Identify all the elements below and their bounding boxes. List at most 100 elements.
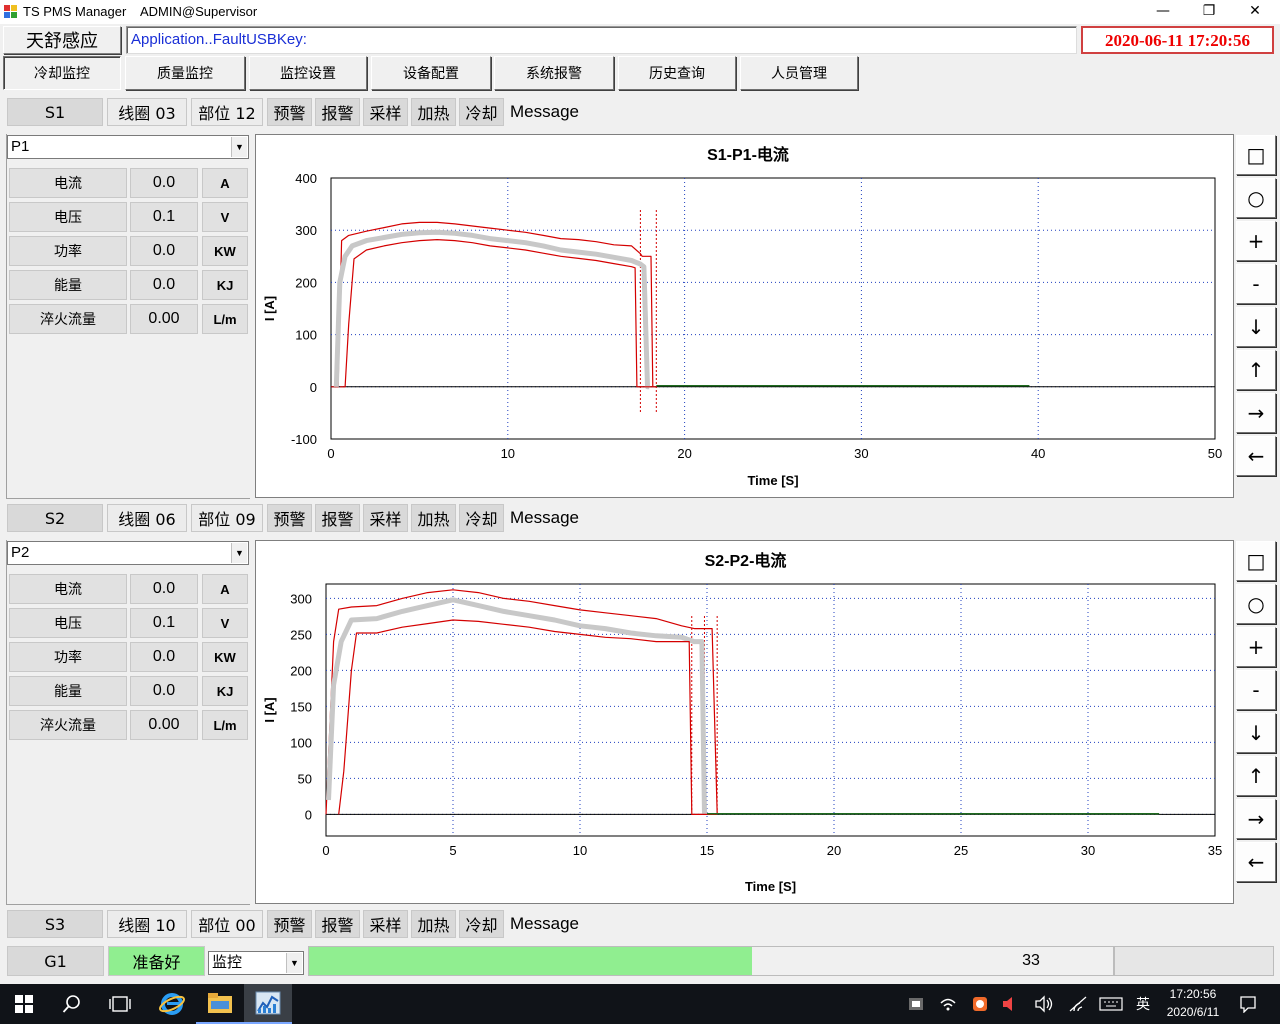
chart-tool-arrow-right-button[interactable]: → bbox=[1236, 799, 1276, 839]
chart-tool-square-button[interactable]: □ bbox=[1236, 135, 1276, 175]
metric-row-voltage: 电压 0.1 V bbox=[9, 202, 249, 232]
flag-alarm: 报警 bbox=[315, 98, 360, 126]
chart-tool-arrow-left-button[interactable]: ← bbox=[1236, 842, 1276, 882]
arrow-left-icon: ← bbox=[1247, 444, 1265, 468]
point-select-s2[interactable]: P2 ▼ bbox=[7, 541, 249, 565]
metric-row-power: 功率 0.0 KW bbox=[9, 236, 249, 266]
chevron-down-icon[interactable]: ▼ bbox=[286, 953, 302, 973]
chart-panel-s1[interactable]: S1-P1-电流 0 10 20 30 40 50 -100 0 100 200 300 400 Time… bbox=[255, 134, 1234, 498]
metric-value: 0.1 bbox=[130, 608, 198, 638]
ie-browser-button[interactable] bbox=[148, 984, 196, 1024]
logged-in-user: ADMIN@Supervisor bbox=[140, 4, 258, 19]
tab-history[interactable]: 历史查询 bbox=[618, 56, 736, 90]
folder-icon bbox=[208, 993, 232, 1013]
flag-heating: 加热 bbox=[411, 504, 456, 532]
y-axis-label: I [A] bbox=[262, 697, 277, 722]
datetime-display: 2020-06-11 17:20:56 bbox=[1081, 26, 1274, 54]
keyboard-icon[interactable] bbox=[1096, 984, 1126, 1024]
usb-icon[interactable] bbox=[904, 984, 928, 1024]
current-chart-s2[interactable]: S2-P2-电流 0 5 10 15 20 25 30 35 0 50 100 150 200 250 300… bbox=[256, 541, 1233, 903]
metric-row-quench-flow: 淬火流量 0.00 L/m bbox=[9, 304, 249, 334]
flag-prewarning: 预警 bbox=[267, 98, 312, 126]
chart-tool-arrow-up-button[interactable]: ↑ bbox=[1236, 350, 1276, 390]
flag-cooling: 冷却 bbox=[459, 910, 504, 938]
x-tick-label: 15 bbox=[700, 843, 714, 858]
pms-app-button[interactable] bbox=[244, 984, 292, 1024]
chart-tool-square-button[interactable]: □ bbox=[1236, 541, 1276, 581]
flag-prewarning: 预警 bbox=[267, 910, 312, 938]
station-message: Message bbox=[510, 102, 579, 121]
status-message: Application..FaultUSBKey: bbox=[126, 26, 1077, 54]
notification-button[interactable] bbox=[1232, 984, 1264, 1024]
minimize-button[interactable]: — bbox=[1140, 0, 1186, 24]
part-label: 部位 12 bbox=[191, 98, 263, 126]
tab-monitor-settings[interactable]: 监控设置 bbox=[249, 56, 367, 90]
tab-quality-monitor[interactable]: 质量监控 bbox=[125, 56, 245, 90]
search-button[interactable] bbox=[48, 984, 96, 1024]
chart-tool-arrow-right-button[interactable]: → bbox=[1236, 393, 1276, 433]
arrow-right-icon: → bbox=[1247, 807, 1265, 831]
chart-tool-arrow-down-button[interactable]: ↓ bbox=[1236, 307, 1276, 347]
chart-app-icon bbox=[255, 991, 281, 1015]
point-select-s1[interactable]: P1 ▼ bbox=[7, 135, 249, 159]
metric-row-energy: 能量 0.0 KJ bbox=[9, 676, 249, 706]
arrow-down-icon: ↓ bbox=[1247, 721, 1265, 745]
title-bar: TS PMS Manager ADMIN@Supervisor — ❐ ✕ bbox=[0, 0, 1280, 24]
arrow-up-icon: ↑ bbox=[1247, 764, 1265, 788]
maximize-button[interactable]: ❐ bbox=[1186, 0, 1232, 24]
start-button[interactable] bbox=[0, 984, 48, 1024]
current-chart-s1[interactable]: S1-P1-电流 0 10 20 30 40 50 -100 0 100 200 300 400 Time… bbox=[256, 135, 1233, 497]
mode-select[interactable]: 监控 ▼ bbox=[208, 951, 304, 975]
chart-tool-arrow-down-button[interactable]: ↓ bbox=[1236, 713, 1276, 753]
chevron-down-icon[interactable]: ▼ bbox=[231, 137, 247, 157]
file-explorer-button[interactable] bbox=[196, 984, 244, 1024]
tab-personnel[interactable]: 人员管理 bbox=[740, 56, 858, 90]
chart-tool-arrow-left-button[interactable]: ← bbox=[1236, 436, 1276, 476]
tray-app-icon[interactable] bbox=[968, 984, 992, 1024]
metric-row-voltage: 电压 0.1 V bbox=[9, 608, 249, 638]
metric-unit: A bbox=[202, 168, 248, 198]
metric-label: 电流 bbox=[9, 168, 127, 198]
chart-tool-plus-button[interactable]: + bbox=[1236, 221, 1276, 261]
chart-tool-plus-button[interactable]: + bbox=[1236, 627, 1276, 667]
chart-tool-circle-button[interactable]: ○ bbox=[1236, 584, 1276, 624]
volume-icon[interactable] bbox=[1030, 984, 1058, 1024]
flag-alarm: 报警 bbox=[315, 504, 360, 532]
station-strip-s2: S2 线圈 06 部位 09 预警 报警 采样 加热 冷却 Message bbox=[0, 504, 1280, 532]
chart-tool-arrow-up-button[interactable]: ↑ bbox=[1236, 756, 1276, 796]
chart-tool-minus-button[interactable]: - bbox=[1236, 264, 1276, 304]
chart-panel-s2[interactable]: S2-P2-电流 0 5 10 15 20 25 30 35 0 50 100 150 200 250 300… bbox=[255, 540, 1234, 904]
close-button[interactable]: ✕ bbox=[1232, 0, 1278, 24]
x-tick-label: 5 bbox=[449, 843, 456, 858]
metric-value: 0.0 bbox=[130, 168, 198, 198]
x-tick-label: 25 bbox=[954, 843, 968, 858]
flag-heating: 加热 bbox=[411, 910, 456, 938]
taskbar-date[interactable]: 2020/6/11 bbox=[1158, 1005, 1228, 1022]
chart-tool-circle-button[interactable]: ○ bbox=[1236, 178, 1276, 218]
tab-cooling-monitor[interactable]: 冷却监控 bbox=[3, 56, 121, 90]
chevron-down-icon[interactable]: ▼ bbox=[231, 543, 247, 563]
arrow-up-icon: ↑ bbox=[1247, 358, 1265, 382]
chart-tool-minus-button[interactable]: - bbox=[1236, 670, 1276, 710]
tab-device-config[interactable]: 设备配置 bbox=[371, 56, 491, 90]
metric-label: 能量 bbox=[9, 270, 127, 300]
wifi-icon[interactable] bbox=[1064, 984, 1092, 1024]
internet-explorer-icon bbox=[159, 993, 185, 1015]
y-tick-label: 0 bbox=[310, 380, 317, 395]
x-tick-label: 30 bbox=[1081, 843, 1095, 858]
flag-prewarning: 预警 bbox=[267, 504, 312, 532]
arrow-right-icon: → bbox=[1247, 401, 1265, 425]
ime-indicator[interactable]: 英 bbox=[1130, 984, 1156, 1024]
tab-system-alarms[interactable]: 系统报警 bbox=[494, 56, 614, 90]
metric-label: 功率 bbox=[9, 236, 127, 266]
network-adapter-icon[interactable] bbox=[936, 984, 960, 1024]
taskbar-time[interactable]: 17:20:56 bbox=[1158, 987, 1228, 1004]
y-tick-label: 250 bbox=[290, 627, 312, 642]
y-tick-label: 150 bbox=[290, 699, 312, 714]
task-view-button[interactable] bbox=[96, 984, 144, 1024]
coil-label: 线圈 03 bbox=[107, 98, 187, 126]
circle-icon: ○ bbox=[1247, 186, 1265, 210]
metric-unit: A bbox=[202, 574, 248, 604]
metric-value: 0.0 bbox=[130, 236, 198, 266]
speaker-warning-icon[interactable] bbox=[998, 984, 1022, 1024]
